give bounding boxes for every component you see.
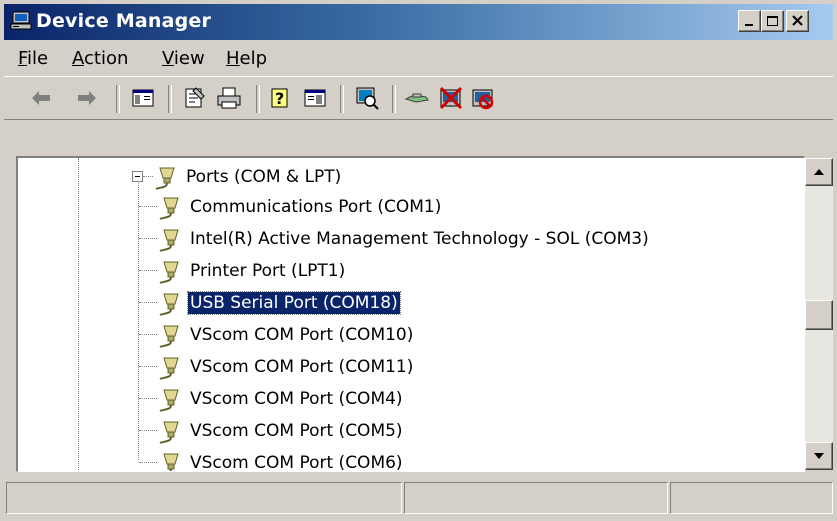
tree-guide-line	[139, 398, 157, 399]
vertical-scrollbar[interactable]	[805, 158, 833, 470]
toolbar-separator	[168, 85, 172, 113]
toolbar: ?	[4, 76, 833, 120]
title-bar[interactable]: Device Manager	[4, 4, 833, 40]
update-driver-icon[interactable]	[404, 85, 430, 111]
port-connector-icon	[155, 167, 175, 190]
tree-item-label: VScom COM Port (COM11)	[190, 357, 414, 377]
close-icon	[792, 15, 803, 26]
minimize-button[interactable]	[738, 10, 761, 32]
arrow-down-icon	[814, 453, 824, 459]
tree-guide-line	[139, 238, 157, 239]
toolbar-separator	[392, 85, 396, 113]
back-icon[interactable]	[28, 85, 54, 111]
disable-icon[interactable]	[470, 85, 496, 111]
port-connector-icon	[159, 389, 179, 412]
menu-file[interactable]: File	[18, 48, 48, 69]
collapse-toggle[interactable]	[132, 171, 143, 182]
show-action-pane-icon[interactable]	[302, 85, 328, 111]
port-connector-icon	[159, 261, 179, 284]
scrollbar-thumb[interactable]	[805, 300, 833, 330]
menu-action[interactable]: Action	[72, 48, 128, 69]
status-pane-1	[6, 482, 402, 514]
device-tree[interactable]: Ports (COM & LPT) Communications Port (C…	[16, 156, 805, 472]
help-icon[interactable]: ?	[268, 85, 294, 111]
tree-item-label: VScom COM Port (COM10)	[190, 325, 414, 345]
port-connector-icon	[159, 197, 179, 220]
menu-bar: File Action View Help	[4, 42, 833, 72]
tree-guide-line	[139, 302, 157, 303]
scan-hardware-icon[interactable]	[354, 85, 380, 111]
status-pane-2	[404, 482, 668, 514]
print-icon[interactable]	[216, 85, 242, 111]
port-connector-icon	[159, 357, 179, 380]
tree-category-label: Ports (COM & LPT)	[186, 167, 342, 187]
uninstall-icon[interactable]	[438, 85, 464, 111]
tree-item-label: Printer Port (LPT1)	[190, 261, 346, 281]
close-button[interactable]	[786, 10, 809, 32]
tree-guide-line	[139, 366, 157, 367]
tree-item-label: VScom COM Port (COM4)	[190, 389, 403, 409]
tree-guide-line	[78, 158, 79, 471]
svg-text:?: ?	[275, 89, 284, 108]
toolbar-separator	[340, 85, 344, 113]
scroll-up-button[interactable]	[805, 158, 833, 186]
tree-item-label: VScom COM Port (COM5)	[190, 421, 403, 441]
properties-icon[interactable]	[182, 85, 208, 111]
tree-item-label: USB Serial Port (COM18)	[187, 291, 401, 315]
tree-item-label: Intel(R) Active Management Technology - …	[190, 229, 649, 249]
tree-guide-line	[138, 180, 139, 460]
toolbar-separator	[116, 85, 120, 113]
port-connector-icon	[159, 293, 179, 316]
menu-view[interactable]: View	[162, 48, 205, 69]
maximize-icon	[767, 16, 778, 26]
maximize-button[interactable]	[761, 10, 784, 32]
tree-guide-line	[139, 334, 157, 335]
arrow-up-icon	[814, 169, 824, 175]
forward-icon[interactable]	[74, 85, 100, 111]
tree-item-label: Communications Port (COM1)	[190, 197, 442, 217]
port-connector-icon	[159, 229, 179, 252]
menu-help[interactable]: Help	[226, 48, 267, 69]
tree-guide-line	[139, 430, 157, 431]
device-manager-app-icon	[10, 11, 32, 30]
tree-item-label: VScom COM Port (COM6)	[190, 453, 403, 472]
status-pane-3	[670, 482, 833, 514]
port-connector-icon	[159, 325, 179, 348]
tree-guide-line	[139, 462, 157, 463]
tree-guide-line	[143, 176, 153, 177]
port-connector-icon	[163, 453, 179, 471]
toolbar-separator	[256, 85, 260, 113]
port-connector-icon	[159, 421, 179, 444]
show-hide-console-tree-icon[interactable]	[130, 85, 156, 111]
minimize-icon	[745, 24, 753, 26]
tree-guide-line	[139, 270, 157, 271]
tree-guide-line	[139, 206, 157, 207]
window-title: Device Manager	[36, 10, 212, 32]
scroll-down-button[interactable]	[805, 442, 833, 470]
device-manager-window: Device Manager File Action View Help ? P…	[0, 0, 837, 521]
